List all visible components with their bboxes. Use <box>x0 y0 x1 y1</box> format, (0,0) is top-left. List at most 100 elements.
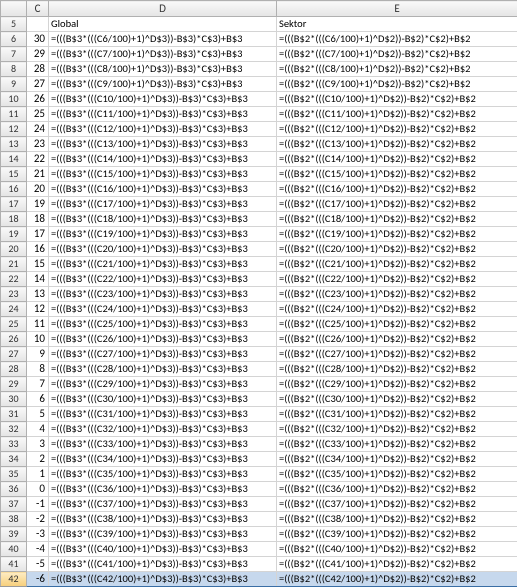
cell[interactable]: -4 <box>27 542 49 557</box>
row-header[interactable]: 24 <box>1 302 27 317</box>
cell[interactable]: =(((B$3*(((C21/100)+1)^D$3))-B$3)*C$3)+B… <box>49 257 277 272</box>
cell[interactable]: =(((B$3*(((C23/100)+1)^D$3))-B$3)*C$3)+B… <box>49 287 277 302</box>
cell[interactable]: =(((B$3*(((C34/100)+1)^D$3))-B$3)*C$3)+B… <box>49 452 277 467</box>
cell[interactable]: 11 <box>27 317 49 332</box>
cell[interactable]: =(((B$2*(((C25/100)+1)^D$2))-B$2)*C$2)+B… <box>277 317 517 332</box>
cell[interactable]: 1 <box>27 467 49 482</box>
cell[interactable]: 29 <box>27 47 49 62</box>
row-header[interactable]: 6 <box>1 32 27 47</box>
cell[interactable]: =(((B$2*(((C7/100)+1)^D$2))-B$2)*C$2)+B$… <box>277 47 517 62</box>
cell[interactable]: =(((B$2*(((C36/100)+1)^D$2))-B$2)*C$2)+B… <box>277 482 517 497</box>
cell[interactable]: 16 <box>27 242 49 257</box>
cell[interactable]: =(((B$2*(((C32/100)+1)^D$2))-B$2)*C$2)+B… <box>277 422 517 437</box>
cell[interactable]: Global <box>49 17 277 32</box>
cell[interactable]: =(((B$2*(((C42/100)+1)^D$2))-B$2)*C$2)+B… <box>277 572 517 587</box>
cell[interactable]: =(((B$3*(((C40/100)+1)^D$3))-B$3)*C$3)+B… <box>49 542 277 557</box>
row-header[interactable]: 31 <box>1 407 27 422</box>
row-header[interactable]: 20 <box>1 242 27 257</box>
row-header[interactable]: 40 <box>1 542 27 557</box>
row-header[interactable]: 38 <box>1 512 27 527</box>
cell[interactable]: =(((B$2*(((C6/100)+1)^D$2))-B$2)*C$2)+B$… <box>277 32 517 47</box>
cell[interactable]: =(((B$3*(((C16/100)+1)^D$3))-B$3)*C$3)+B… <box>49 182 277 197</box>
row-header[interactable]: 18 <box>1 212 27 227</box>
row-header[interactable]: 7 <box>1 47 27 62</box>
cell[interactable]: =(((B$2*(((C22/100)+1)^D$2))-B$2)*C$2)+B… <box>277 272 517 287</box>
cell[interactable]: =(((B$3*(((C18/100)+1)^D$3))-B$3)*C$3)+B… <box>49 212 277 227</box>
cell[interactable]: =(((B$2*(((C30/100)+1)^D$2))-B$2)*C$2)+B… <box>277 392 517 407</box>
cell[interactable]: -6 <box>27 572 49 587</box>
cell[interactable]: 7 <box>27 377 49 392</box>
cell[interactable]: Sektor <box>277 17 517 32</box>
cell[interactable]: 6 <box>27 392 49 407</box>
cell[interactable]: 30 <box>27 32 49 47</box>
row-header[interactable]: 39 <box>1 527 27 542</box>
cell[interactable]: 5 <box>27 407 49 422</box>
cell[interactable]: =(((B$3*(((C39/100)+1)^D$3))-B$3)*C$3)+B… <box>49 527 277 542</box>
cell[interactable]: 18 <box>27 212 49 227</box>
cell[interactable]: =(((B$2*(((C40/100)+1)^D$2))-B$2)*C$2)+B… <box>277 542 517 557</box>
cell[interactable]: =(((B$3*(((C33/100)+1)^D$3))-B$3)*C$3)+B… <box>49 437 277 452</box>
cell[interactable]: =(((B$3*(((C20/100)+1)^D$3))-B$3)*C$3)+B… <box>49 242 277 257</box>
row-header[interactable]: 26 <box>1 332 27 347</box>
row-header[interactable]: 29 <box>1 377 27 392</box>
cell[interactable]: 20 <box>27 182 49 197</box>
row-header[interactable]: 32 <box>1 422 27 437</box>
row-header[interactable]: 34 <box>1 452 27 467</box>
cell[interactable]: =(((B$2*(((C28/100)+1)^D$2))-B$2)*C$2)+B… <box>277 362 517 377</box>
cell[interactable]: 23 <box>27 137 49 152</box>
row-header[interactable]: 22 <box>1 272 27 287</box>
cell[interactable]: 2 <box>27 452 49 467</box>
cell[interactable]: 27 <box>27 77 49 92</box>
row-header[interactable]: 30 <box>1 392 27 407</box>
cell[interactable]: =(((B$2*(((C41/100)+1)^D$2))-B$2)*C$2)+B… <box>277 557 517 572</box>
cell[interactable]: =(((B$2*(((C35/100)+1)^D$2))-B$2)*C$2)+B… <box>277 467 517 482</box>
row-header[interactable]: 19 <box>1 227 27 242</box>
row-header[interactable]: 27 <box>1 347 27 362</box>
cell[interactable]: 10 <box>27 332 49 347</box>
cell[interactable]: =(((B$3*(((C10/100)+1)^D$3))-B$3)*C$3)+B… <box>49 92 277 107</box>
cell[interactable]: =(((B$3*(((C37/100)+1)^D$3))-B$3)*C$3)+B… <box>49 497 277 512</box>
cell[interactable]: 28 <box>27 62 49 77</box>
cell[interactable]: 14 <box>27 272 49 287</box>
cell[interactable]: -2 <box>27 512 49 527</box>
cell[interactable]: =(((B$2*(((C31/100)+1)^D$2))-B$2)*C$2)+B… <box>277 407 517 422</box>
cell[interactable]: =(((B$3*(((C24/100)+1)^D$3))-B$3)*C$3)+B… <box>49 302 277 317</box>
cell[interactable]: =(((B$2*(((C37/100)+1)^D$2))-B$2)*C$2)+B… <box>277 497 517 512</box>
cell[interactable]: =(((B$2*(((C27/100)+1)^D$2))-B$2)*C$2)+B… <box>277 347 517 362</box>
cell[interactable]: =(((B$2*(((C15/100)+1)^D$2))-B$2)*C$2)+B… <box>277 167 517 182</box>
row-header[interactable]: 17 <box>1 197 27 212</box>
row-header[interactable]: 13 <box>1 137 27 152</box>
cell[interactable]: =(((B$3*(((C35/100)+1)^D$3))-B$3)*C$3)+B… <box>49 467 277 482</box>
corner-cell[interactable] <box>1 1 27 17</box>
cell[interactable]: =(((B$2*(((C18/100)+1)^D$2))-B$2)*C$2)+B… <box>277 212 517 227</box>
row-header[interactable]: 8 <box>1 62 27 77</box>
row-header[interactable]: 5 <box>1 17 27 32</box>
cell[interactable]: =(((B$2*(((C33/100)+1)^D$2))-B$2)*C$2)+B… <box>277 437 517 452</box>
cell[interactable]: =(((B$2*(((C20/100)+1)^D$2))-B$2)*C$2)+B… <box>277 242 517 257</box>
cell[interactable]: =(((B$3*(((C38/100)+1)^D$3))-B$3)*C$3)+B… <box>49 512 277 527</box>
cell[interactable]: =(((B$3*(((C27/100)+1)^D$3))-B$3)*C$3)+B… <box>49 347 277 362</box>
cell[interactable]: =(((B$2*(((C16/100)+1)^D$2))-B$2)*C$2)+B… <box>277 182 517 197</box>
cell[interactable]: =(((B$3*(((C6/100)+1)^D$3))-B$3)*C$3)+B$… <box>49 32 277 47</box>
row-header[interactable]: 35 <box>1 467 27 482</box>
row-header[interactable]: 42 <box>1 572 27 587</box>
cell[interactable]: =(((B$2*(((C21/100)+1)^D$2))-B$2)*C$2)+B… <box>277 257 517 272</box>
cell[interactable]: 24 <box>27 122 49 137</box>
column-header-e[interactable]: E <box>277 1 517 17</box>
cell[interactable]: =(((B$2*(((C23/100)+1)^D$2))-B$2)*C$2)+B… <box>277 287 517 302</box>
column-header-d[interactable]: D <box>49 1 277 17</box>
cell[interactable]: =(((B$2*(((C29/100)+1)^D$2))-B$2)*C$2)+B… <box>277 377 517 392</box>
column-header-c[interactable]: C <box>27 1 49 17</box>
row-header[interactable]: 12 <box>1 122 27 137</box>
cell[interactable]: 17 <box>27 227 49 242</box>
cell[interactable]: =(((B$3*(((C14/100)+1)^D$3))-B$3)*C$3)+B… <box>49 152 277 167</box>
cell[interactable] <box>27 17 49 32</box>
row-header[interactable]: 36 <box>1 482 27 497</box>
cell[interactable]: =(((B$3*(((C7/100)+1)^D$3))-B$3)*C$3)+B$… <box>49 47 277 62</box>
cell[interactable]: =(((B$2*(((C39/100)+1)^D$2))-B$2)*C$2)+B… <box>277 527 517 542</box>
cell[interactable]: =(((B$3*(((C41/100)+1)^D$3))-B$3)*C$3)+B… <box>49 557 277 572</box>
cell[interactable]: =(((B$3*(((C11/100)+1)^D$3))-B$3)*C$3)+B… <box>49 107 277 122</box>
cell[interactable]: 9 <box>27 347 49 362</box>
cell[interactable]: 15 <box>27 257 49 272</box>
cell[interactable]: =(((B$3*(((C9/100)+1)^D$3))-B$3)*C$3)+B$… <box>49 77 277 92</box>
